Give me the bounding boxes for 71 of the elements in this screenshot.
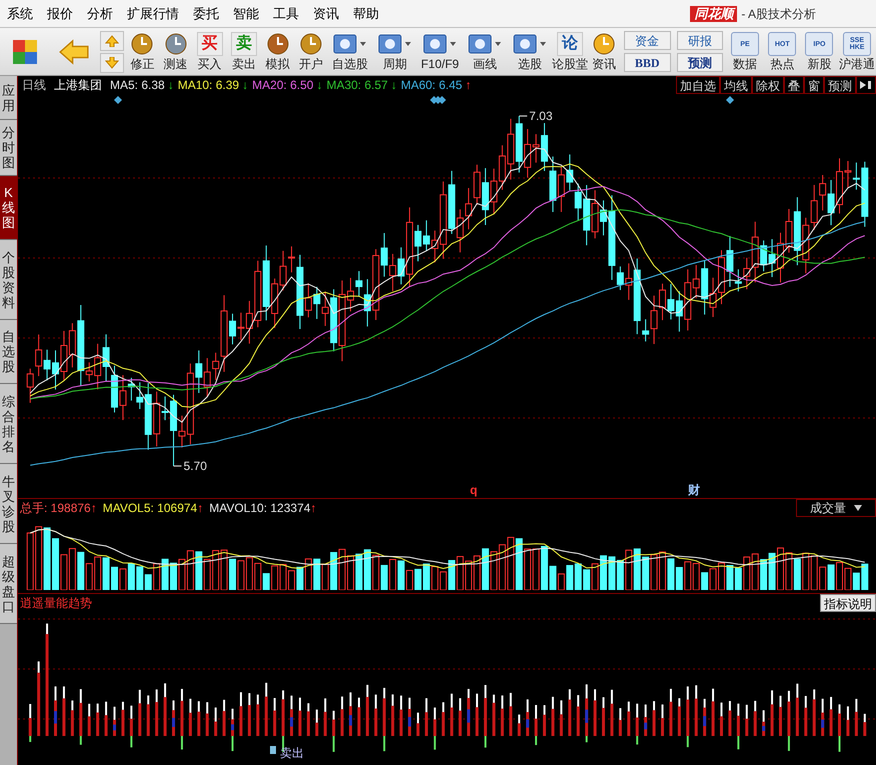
low-price-label: 5.70 [184,459,207,473]
toolbar-button[interactable]: 资讯 [589,28,619,75]
toolbar-button[interactable]: 资金 [624,31,671,50]
toolbar-button[interactable]: 选股 [509,28,550,75]
menu-item[interactable]: 智能 [226,4,266,24]
chart-button[interactable]: 除权 [752,76,784,94]
chart-button[interactable]: 窗 [804,76,824,94]
sidebar-tab[interactable]: K线图 [0,176,17,240]
ma-value: MA30: 6.57 [326,77,388,94]
stock-name: 上港集团 [54,77,102,94]
sidebar-tab[interactable]: 牛叉诊股 [0,464,17,544]
ma-value: MA5: 6.38 [110,77,165,94]
toolbar-button[interactable]: 买 买入 [194,28,225,75]
sidebar-tab[interactable]: 综合排名 [0,384,17,464]
app-title: - A股技术分析 [741,6,816,22]
volume-value: MAVOL10: 123374 [209,500,310,516]
toolbar-button[interactable]: F10/F9 [419,28,460,75]
toolbar-button[interactable]: 测速 [161,28,190,75]
toolbar-button[interactable]: 论 论股堂 [554,28,586,75]
toolbar-button[interactable]: 预测 [676,53,724,72]
toolbar-glyph-icon: 买 [196,32,222,56]
menu-item[interactable]: 扩展行情 [120,4,186,24]
high-price-label: 7.03 [529,109,553,123]
signal-label: 卖出 [280,746,304,760]
menu-item[interactable]: 报价 [40,4,80,24]
chart-button[interactable]: 叠 [784,76,804,94]
indicator-help-button[interactable]: 指标说明 [820,594,876,612]
toolbar-button[interactable]: 周期 [374,28,416,75]
sidebar-tab[interactable]: 个股资料 [0,240,17,320]
menu-item[interactable]: 委托 [186,4,226,24]
chart-button[interactable]: 加自选 [676,76,720,94]
chart-marker: 财 [688,483,700,497]
ma-value: MA20: 6.50 [252,77,314,94]
toolbar-button[interactable]: BBD [624,53,671,72]
toolbar-glyph-icon: 论 [556,32,583,56]
trend-arrow: ↓ [242,77,248,94]
toolbar-button[interactable]: 修正 [128,28,158,75]
period-label: 日线 [22,77,46,94]
indicator-dropdown[interactable]: 成交量 [796,498,876,516]
trend-arrow: ↓ [390,77,397,94]
trend-arrow: ↓ [316,77,322,94]
menu-item[interactable]: 资讯 [306,4,346,24]
trend-arrow: ↑ [310,500,316,516]
trend-arrow: ↑ [197,500,204,516]
menu-item[interactable]: 帮助 [346,4,386,24]
sidebar-tab[interactable]: 分时图 [0,120,17,176]
brand-logo: 同花顺 [690,6,738,22]
menu-item[interactable]: 分析 [80,4,120,24]
toolbar-button[interactable]: 画线 [464,28,506,75]
ma-value: MA10: 6.39 [178,77,240,94]
menu-item[interactable]: 系统 [0,4,40,24]
volume-value: MAVOL5: 106974 [102,500,198,516]
trend-arrow: ↑ [465,77,472,94]
chart-button[interactable]: 均线 [720,76,752,94]
trend-arrow: ↓ [168,77,174,94]
sidebar-tab[interactable]: 自选股 [0,320,17,384]
chart-marker: q [470,483,478,497]
sidebar-tab[interactable]: 超级盘口 [0,544,17,624]
volume-value: 总手: 198876 [20,500,91,516]
toolbar-button[interactable]: 研报 [676,31,724,50]
ma-value: MA60: 6.45 [400,77,462,94]
toolbar-button[interactable]: 开户 [296,28,326,75]
toolbar-button[interactable]: 自选股 [329,28,370,75]
toolbar-button[interactable]: 卖 卖出 [228,28,259,75]
indicator-title: 逍遥量能趋势 [20,594,92,612]
toolbar-button[interactable]: 模拟 [262,28,292,75]
menu-item[interactable]: 工具 [266,4,306,24]
sidebar-tab[interactable]: 应用 [0,76,17,120]
chart-button[interactable]: 预测 [824,76,856,94]
toolbar-glyph-icon: 卖 [230,32,257,56]
trend-arrow: ↑ [90,500,97,516]
